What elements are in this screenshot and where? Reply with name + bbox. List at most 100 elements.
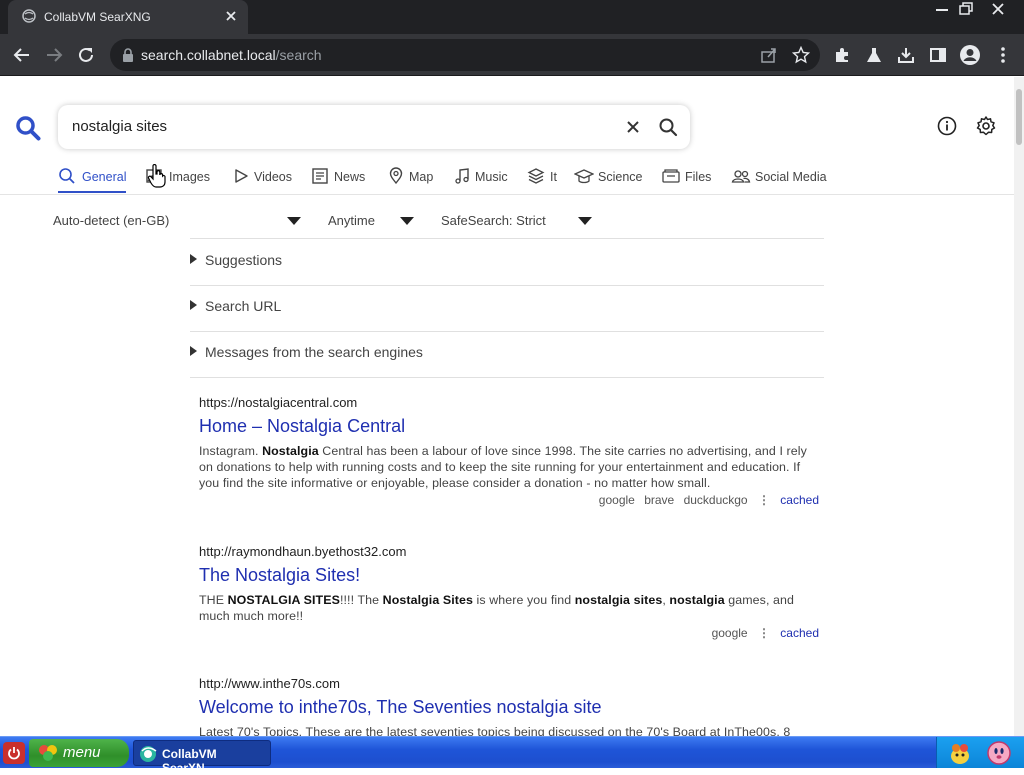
result-title-link[interactable]: Welcome to inthe70s, The Seventies nosta… [199,697,819,718]
chevron-down-icon[interactable] [400,217,414,225]
close-tab-icon[interactable] [224,9,238,23]
side-panel-button[interactable] [927,44,949,66]
tab-label: It [550,170,557,184]
arrow-right-icon [47,48,63,62]
map-pin-icon [387,167,405,188]
safesearch-select[interactable]: SafeSearch: Strict [441,213,546,228]
suggestions-toggle[interactable]: Suggestions [190,252,282,268]
scrollbar-thumb[interactable] [1016,89,1022,145]
layers-icon [527,167,545,188]
result-url[interactable]: http://raymondhaun.byethost32.com [199,544,819,559]
flask-icon [867,48,881,62]
extensions-button[interactable] [831,44,853,66]
close-window-button[interactable] [984,0,1012,18]
result-url[interactable]: http://www.inthe70s.com [199,676,819,691]
taskbar-item-label: CollabVM SearXN... [162,747,217,775]
back-button[interactable] [11,44,33,66]
browser-toolbar: search.collabnet.local/search [0,34,1024,76]
search-url-toggle[interactable]: Search URL [190,298,281,314]
cached-link[interactable]: cached [780,626,819,640]
tab-label: Music [475,170,508,184]
profile-button[interactable] [959,44,981,66]
tab-label: Science [598,170,643,184]
browser-titlebar: CollabVM SearXNG [0,0,1024,34]
browser-menu-button[interactable] [992,44,1014,66]
download-icon [898,48,914,63]
triangle-right-icon [190,346,197,356]
music-note-icon [453,167,471,188]
labs-button[interactable] [863,44,885,66]
search-icon [58,167,76,188]
share-icon[interactable] [760,46,778,69]
result-engines: google brave duckduckgo ⋮ cached [199,493,819,511]
engine-messages-toggle[interactable]: Messages from the search engines [190,344,423,360]
search-result: https://nostalgiacentral.com Home – Nost… [199,395,819,511]
files-icon [661,167,681,188]
divider [190,238,824,239]
language-select[interactable]: Auto-detect (en-GB) [53,213,169,228]
tab-label: Images [169,170,210,184]
side-panel-icon [930,48,946,62]
engine-messages-label: Messages from the search engines [205,344,423,360]
settings-gear-icon[interactable] [975,115,997,142]
more-vertical-icon: ⋮ [757,493,770,507]
tab-label: General [82,170,127,184]
tray-kirby-icon[interactable] [985,740,1013,771]
downloads-button[interactable] [895,44,917,66]
search-input[interactable]: nostalgia sites [72,118,167,135]
triangle-right-icon [190,254,197,264]
avatar-icon [960,45,980,65]
chevron-down-icon[interactable] [578,217,592,225]
snippet-highlight: nostalgia sites [574,593,663,607]
start-menu-button[interactable]: menu [29,739,129,767]
people-icon [731,167,751,188]
reload-button[interactable] [75,44,97,66]
lock-icon[interactable] [122,48,134,67]
search-result: http://raymondhaun.byethost32.com The No… [199,544,819,644]
snippet-highlight: Nostalgia [262,444,319,458]
active-tab-underline [58,191,126,193]
result-title-link[interactable]: The Nostalgia Sites! [199,565,819,586]
forward-button[interactable] [43,44,65,66]
searxng-logo-search-icon[interactable] [15,115,41,146]
power-icon [8,747,20,760]
searxng-page: nostalgia sites General Images Videos Ne… [0,77,1014,736]
start-label: menu [63,744,101,761]
taskbar-item-browser[interactable]: CollabVM SearXN... [133,740,271,775]
snippet-text: THE [199,593,228,607]
search-box[interactable]: nostalgia sites [58,105,690,149]
page-scrollbar[interactable] [1014,77,1024,736]
tray-mascot-icon[interactable] [947,740,973,771]
triangle-right-icon [190,300,197,310]
search-submit-icon[interactable] [658,117,678,142]
tab-title: CollabVM SearXNG [44,10,151,24]
divider [190,285,824,286]
result-snippet: Latest 70's Topics. These are the latest… [199,725,791,736]
system-tray [936,737,1024,768]
search-url-label: Search URL [205,298,282,314]
power-button[interactable] [3,742,25,764]
hand-cursor-icon [147,163,167,193]
tab-label: News [334,170,366,184]
cached-link[interactable]: cached [780,493,819,507]
snippet-highlight: Nostalgia Sites [382,593,473,607]
result-url[interactable]: https://nostalgiacentral.com [199,395,819,410]
puzzle-icon [836,48,848,62]
browser-tab[interactable]: CollabVM SearXNG [8,0,248,34]
result-title-link[interactable]: Home – Nostalgia Central [199,416,819,437]
time-range-select[interactable]: Anytime [328,213,375,228]
os-taskbar: menu CollabVM SearXN... [0,736,1024,775]
address-bar[interactable]: search.collabnet.local/search [110,39,820,71]
tab-label: Social Media [755,170,827,184]
bookmark-star-icon[interactable] [791,45,811,69]
tab-label: Videos [254,170,292,184]
restore-button[interactable] [952,0,980,18]
snippet-highlight: nostalgia [669,593,725,607]
browser-app-icon [138,745,158,766]
menu-orb-icon [37,743,59,767]
chevron-down-icon[interactable] [287,217,301,225]
info-icon[interactable] [937,116,957,141]
divider [190,377,824,378]
clear-search-icon[interactable] [624,118,642,141]
engine-name: duckduckgo [683,493,748,507]
